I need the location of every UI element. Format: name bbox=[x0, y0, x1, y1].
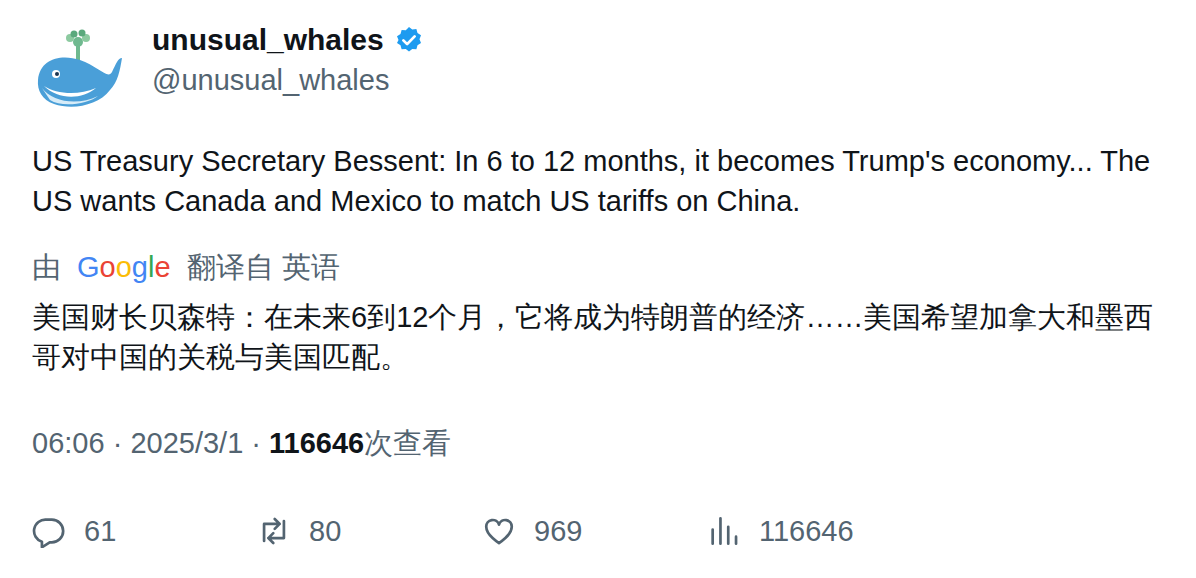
author-handle[interactable]: @unusual_whales bbox=[152, 60, 424, 100]
author-name-row: unusual_whales bbox=[152, 20, 424, 60]
author-name[interactable]: unusual_whales bbox=[152, 20, 384, 60]
translated-text: 美国财长贝森特：在未来6到12个月，它将成为特朗普的经济……美国希望加拿大和墨西… bbox=[32, 297, 1172, 377]
retweet-count: 80 bbox=[309, 511, 341, 551]
views-count: 116646 bbox=[759, 511, 854, 551]
reply-bubble-icon[interactable] bbox=[32, 514, 66, 548]
tweet-meta: 06:06 · 2025/3/1 · 116646次查看 bbox=[32, 423, 1172, 463]
separator: · bbox=[113, 427, 123, 459]
separator: · bbox=[251, 427, 261, 459]
translation-prefix: 由 bbox=[32, 247, 61, 287]
like-button[interactable]: 969 bbox=[482, 511, 707, 551]
author-block: unusual_whales@unusual_whales bbox=[124, 20, 424, 100]
views-label: 次查看 bbox=[364, 427, 451, 459]
verified-badge-icon bbox=[394, 25, 424, 55]
tweet-time[interactable]: 06:06 bbox=[32, 427, 105, 459]
views-button[interactable]: 116646 bbox=[707, 511, 932, 551]
translation-suffix[interactable]: 翻译自 英语 bbox=[187, 247, 340, 287]
tweet-text: US Treasury Secretary Bessent: In 6 to 1… bbox=[32, 141, 1172, 221]
retweet-button[interactable]: 80 bbox=[257, 511, 482, 551]
action-bar: 61 80 969 116646 bbox=[32, 511, 1172, 551]
reply-button[interactable]: 61 bbox=[32, 511, 257, 551]
tweet-date[interactable]: 2025/3/1 bbox=[130, 427, 243, 459]
whale-avatar-icon[interactable] bbox=[32, 28, 124, 120]
view-count: 116646 bbox=[269, 427, 364, 459]
tweet: unusual_whales@unusual_whales US Treasury… bbox=[0, 0, 1196, 551]
retweet-arrows-icon[interactable] bbox=[257, 514, 291, 548]
tweet-header: unusual_whales@unusual_whales bbox=[32, 20, 1172, 120]
google-logo[interactable]: Google bbox=[77, 247, 171, 287]
bar-chart-icon[interactable] bbox=[707, 514, 741, 548]
translation-label: 由 Google 翻译自 英语 bbox=[32, 247, 1172, 287]
like-count: 969 bbox=[534, 511, 582, 551]
reply-count: 61 bbox=[84, 511, 116, 551]
heart-icon[interactable] bbox=[482, 514, 516, 548]
